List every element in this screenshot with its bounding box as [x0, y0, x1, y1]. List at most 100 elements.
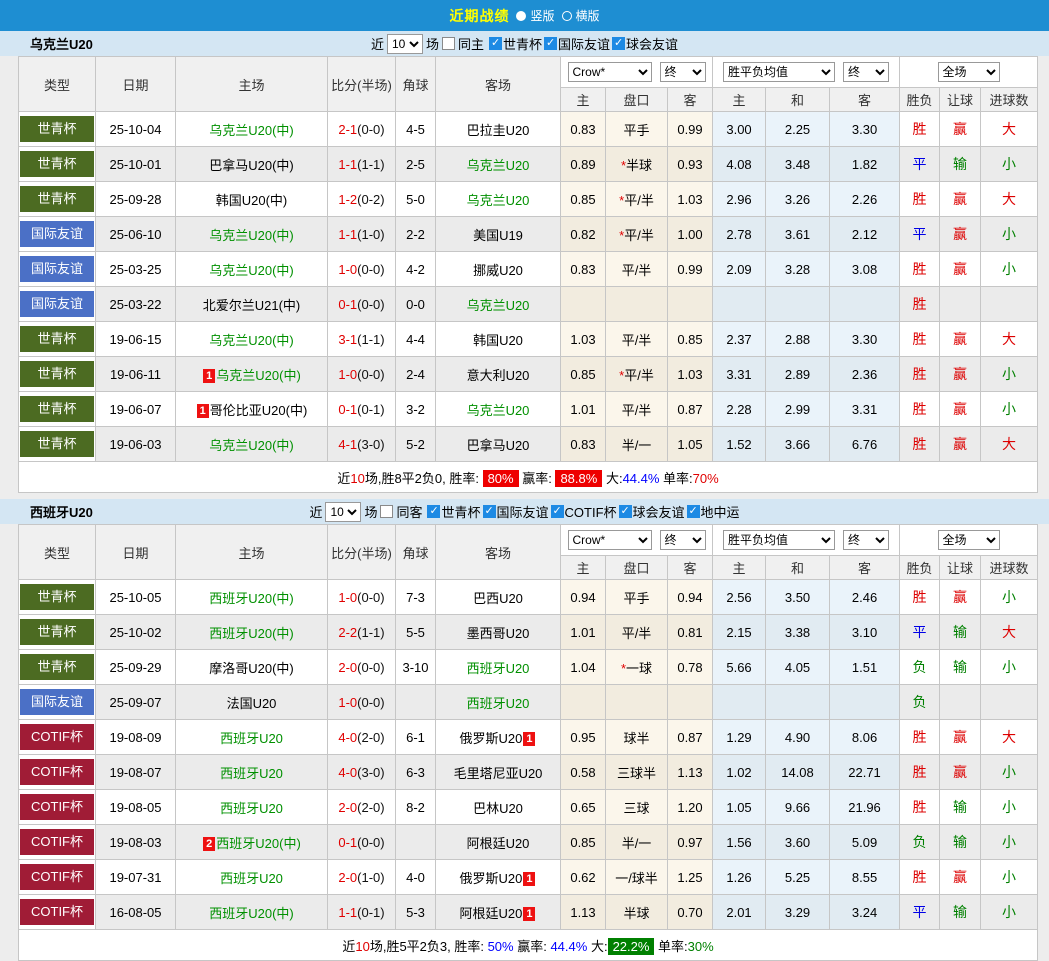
cell-handicap: 半/一: [606, 427, 668, 462]
sub-header-goals-result: 进球数: [981, 88, 1038, 112]
radio-vertical-layout[interactable]: 竖版: [516, 7, 554, 24]
cell-home-odds: 1.04: [561, 650, 606, 685]
match-count-select[interactable]: 10: [325, 502, 361, 522]
summary-segment: 10: [355, 939, 369, 954]
league-badge: 世青杯: [20, 361, 94, 387]
league-checkbox[interactable]: [687, 505, 700, 518]
league-badge: 世青杯: [20, 619, 94, 645]
cell-avg-away: 2.26: [830, 182, 900, 217]
scope-select[interactable]: 全场: [938, 62, 1000, 82]
cell-corners: 2-5: [396, 147, 436, 182]
radio-unselected-icon[interactable]: [562, 11, 572, 21]
cell-result-goals: 小: [981, 580, 1038, 615]
same-venue-checkbox[interactable]: [442, 37, 455, 50]
league-filter-item: 国际友谊: [483, 502, 549, 521]
cell-avg-draw: 5.25: [766, 860, 830, 895]
odds-company-select[interactable]: Crow*: [568, 530, 652, 550]
cell-league: 世青杯: [19, 147, 96, 182]
sub-header-result: 胜负: [900, 88, 940, 112]
cell-away-odds: 1.00: [668, 217, 713, 252]
league-label: 世青杯: [503, 34, 542, 53]
league-badge: 世青杯: [20, 431, 94, 457]
col-header-corners: 角球: [396, 525, 436, 580]
cell-avg-home: 1.29: [713, 720, 766, 755]
cell-date: 25-10-04: [96, 112, 176, 147]
cell-corners: [396, 825, 436, 860]
cell-result-goals: [981, 287, 1038, 322]
match-row: 世青杯25-10-05西班牙U20(中)1-0(0-0)7-3巴西U200.94…: [19, 580, 1038, 615]
cell-date: 25-09-29: [96, 650, 176, 685]
cell-home-team: 乌克兰U20(中): [176, 322, 328, 357]
cell-handicap: *一球: [606, 650, 668, 685]
cell-result-handicap: 赢: [940, 860, 981, 895]
cell-result-wdl: 平: [900, 895, 940, 930]
league-label: 球会友谊: [633, 502, 685, 521]
cell-score: 0-1(0-0): [328, 825, 396, 860]
league-checkbox[interactable]: [544, 37, 557, 50]
cell-result-wdl: 平: [900, 147, 940, 182]
cell-league: 世青杯: [19, 650, 96, 685]
cell-away-odds: [668, 685, 713, 720]
cell-corners: 6-1: [396, 720, 436, 755]
league-checkbox[interactable]: [551, 505, 564, 518]
cell-handicap: 三球: [606, 790, 668, 825]
cell-away-team: 巴拉圭U20: [436, 112, 561, 147]
cell-score: 2-2(1-1): [328, 615, 396, 650]
match-row: COTIF杯16-08-05西班牙U20(中)1-1(0-1)5-3阿根廷U20…: [19, 895, 1038, 930]
same-venue-checkbox[interactable]: [380, 505, 393, 518]
cell-corners: 3-10: [396, 650, 436, 685]
league-badge: 世青杯: [20, 186, 94, 212]
cell-home-odds: 0.83: [561, 252, 606, 287]
odds-final-select[interactable]: 终: [660, 62, 706, 82]
col-header-home: 主场: [176, 525, 328, 580]
league-filter-item: 国际友谊: [544, 34, 610, 53]
league-filter-item: 世青杯: [489, 34, 542, 53]
league-checkbox[interactable]: [489, 37, 502, 50]
scope-select[interactable]: 全场: [938, 530, 1000, 550]
cell-league: 世青杯: [19, 615, 96, 650]
match-count-select[interactable]: 10: [387, 34, 423, 54]
avg-select[interactable]: 胜平负均值: [723, 62, 835, 82]
odds-final-select[interactable]: 终: [660, 530, 706, 550]
summary-row: 近10场,胜8平2负0, 胜率: 80% 赢率: 88.8% 大:44.4% 单…: [19, 462, 1038, 493]
avg-final-select[interactable]: 终: [843, 62, 889, 82]
summary-segment: 22.2%: [608, 938, 655, 955]
cell-league: COTIF杯: [19, 895, 96, 930]
cell-avg-draw: 2.99: [766, 392, 830, 427]
avg-final-select[interactable]: 终: [843, 530, 889, 550]
radio-selected-icon[interactable]: [516, 11, 526, 21]
summary-segment: 44.4%: [550, 939, 587, 954]
cell-league: 世青杯: [19, 580, 96, 615]
league-checkbox[interactable]: [427, 505, 440, 518]
cell-away-team: 巴拿马U20: [436, 427, 561, 462]
cell-home-odds: 0.83: [561, 112, 606, 147]
summary-segment: 10: [350, 471, 364, 486]
league-checkbox[interactable]: [612, 37, 625, 50]
sub-header-handicap: 盘口: [606, 556, 668, 580]
match-row: 世青杯19-06-071哥伦比亚U20(中)0-1(0-1)3-2乌克兰U201…: [19, 392, 1038, 427]
cell-away-team: 俄罗斯U201: [436, 720, 561, 755]
league-checkbox[interactable]: [619, 505, 632, 518]
cell-avg-home: [713, 685, 766, 720]
cell-avg-away: 8.55: [830, 860, 900, 895]
cell-handicap: 平/半: [606, 322, 668, 357]
cell-score: 2-0(2-0): [328, 790, 396, 825]
league-checkbox[interactable]: [483, 505, 496, 518]
match-row: COTIF杯19-07-31西班牙U202-0(1-0)4-0俄罗斯U2010.…: [19, 860, 1038, 895]
summary-segment: 80%: [483, 470, 519, 487]
cell-league: 国际友谊: [19, 287, 96, 322]
radio-horizontal-layout[interactable]: 横版: [562, 7, 600, 24]
avg-select[interactable]: 胜平负均值: [723, 530, 835, 550]
cell-result-handicap: 输: [940, 615, 981, 650]
cell-avg-draw: 3.66: [766, 427, 830, 462]
cell-avg-draw: 3.48: [766, 147, 830, 182]
sub-header-handicap-result: 让球: [940, 556, 981, 580]
red-card-badge: 1: [523, 907, 535, 921]
cell-date: 19-06-03: [96, 427, 176, 462]
cell-away-odds: 0.97: [668, 825, 713, 860]
cell-home-odds: 0.62: [561, 860, 606, 895]
odds-company-select[interactable]: Crow*: [568, 62, 652, 82]
cell-home-odds: 0.65: [561, 790, 606, 825]
cell-corners: 4-2: [396, 252, 436, 287]
cell-handicap: 平手: [606, 580, 668, 615]
